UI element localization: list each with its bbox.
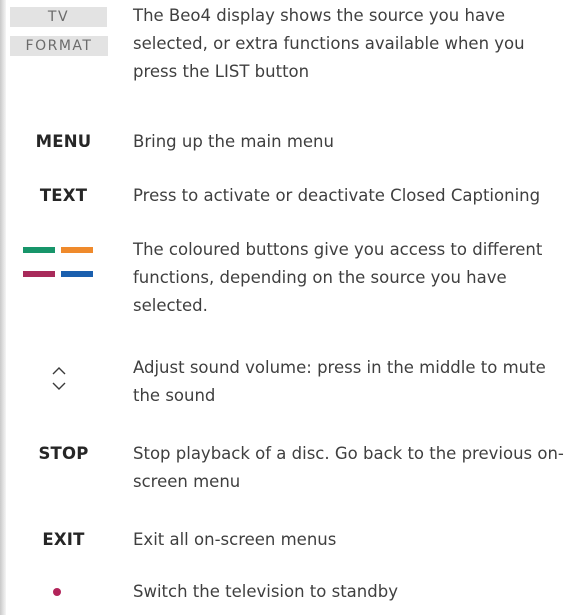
menu-key-label: MENU <box>35 132 92 151</box>
stop-description: Stop playback of a disc. Go back to the … <box>133 444 564 491</box>
blue-button-icon <box>61 271 93 277</box>
red-button-icon <box>23 271 55 277</box>
volume-description: Adjust sound volume: press in the middle… <box>133 358 546 405</box>
stop-key-cell: STOP <box>6 440 121 468</box>
stop-key-label: STOP <box>38 444 89 463</box>
display-function-label: FORMAT <box>10 36 108 56</box>
exit-key-label: EXIT <box>42 530 85 549</box>
green-button-icon <box>23 247 55 253</box>
volume-arrows-icon <box>49 366 69 391</box>
exit-description: Exit all on-screen menus <box>133 530 337 549</box>
coloured-buttons-description: The coloured buttons give you access to … <box>133 240 543 315</box>
exit-key-cell: EXIT <box>6 526 121 554</box>
down-arrow-icon <box>52 382 66 390</box>
text-description: Press to activate or deactivate Closed C… <box>133 186 541 205</box>
display-description: The Beo4 display shows the source you ha… <box>133 6 525 81</box>
text-key-label: TEXT <box>39 186 88 205</box>
page-edge-strip <box>0 0 6 615</box>
standby-dot-icon <box>53 588 61 596</box>
text-key-cell: TEXT <box>6 182 121 210</box>
menu-description: Bring up the main menu <box>133 132 334 151</box>
standby-description: Switch the television to standby <box>133 582 398 601</box>
menu-key-cell: MENU <box>6 128 121 156</box>
display-source-label: TV <box>10 7 107 27</box>
coloured-buttons-icon <box>23 247 100 277</box>
orange-button-icon <box>61 247 93 253</box>
up-arrow-icon <box>52 367 66 375</box>
